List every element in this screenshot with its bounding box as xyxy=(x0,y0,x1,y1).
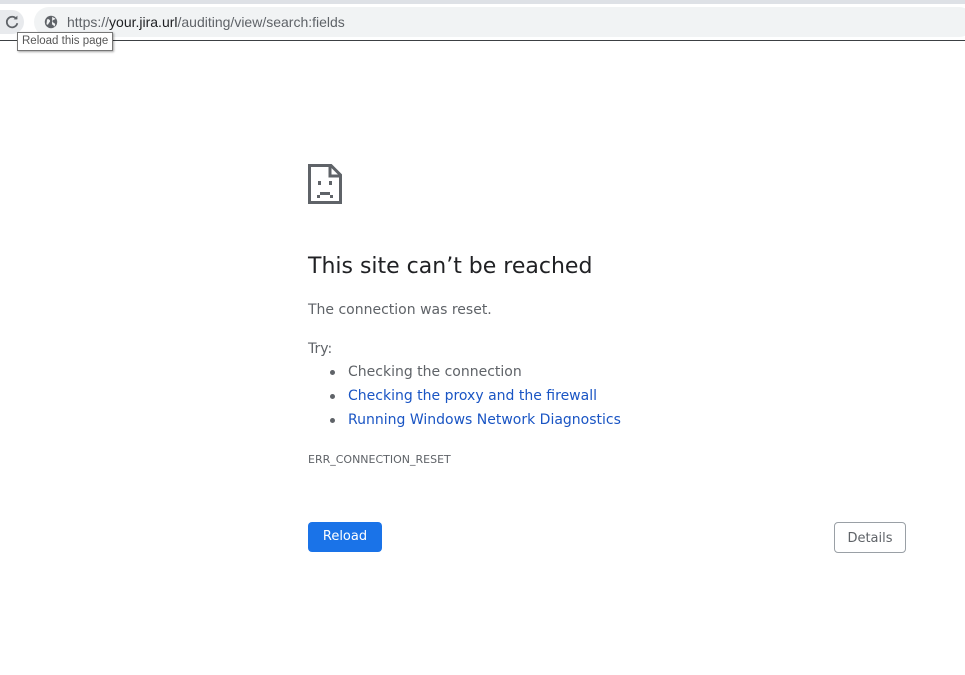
suggestion-list: Checking the connection Checking the pro… xyxy=(308,362,621,434)
address-bar-url[interactable]: https://your.jira.url/auditing/view/sear… xyxy=(67,14,345,30)
reload-page-button[interactable] xyxy=(0,10,24,34)
url-path: /auditing/view/search:fields xyxy=(177,14,345,30)
suggestion-item: Checking the connection xyxy=(308,362,621,386)
sad-document-icon xyxy=(308,164,342,204)
suggestion-network-diagnostics-link[interactable]: Running Windows Network Diagnostics xyxy=(348,412,621,428)
bullet-icon xyxy=(330,418,335,423)
suggestion-check-proxy-link[interactable]: Checking the proxy and the firewall xyxy=(348,388,597,404)
details-button[interactable]: Details xyxy=(834,522,906,553)
suggestion-item: Running Windows Network Diagnostics xyxy=(308,410,621,434)
try-label: Try: xyxy=(308,341,333,357)
error-message: The connection was reset. xyxy=(308,302,492,318)
error-title: This site can’t be reached xyxy=(308,254,593,279)
bullet-icon xyxy=(330,394,335,399)
suggestion-item: Checking the proxy and the firewall xyxy=(308,386,621,410)
url-host: your.jira.url xyxy=(109,14,178,30)
address-bar[interactable]: https://your.jira.url/auditing/view/sear… xyxy=(34,7,965,37)
reload-tooltip: Reload this page xyxy=(17,32,114,51)
bullet-icon xyxy=(330,370,335,375)
reload-button[interactable]: Reload xyxy=(308,522,382,552)
reload-icon xyxy=(6,15,19,29)
url-scheme: https:// xyxy=(67,14,110,30)
suggestion-check-connection: Checking the connection xyxy=(348,364,522,380)
browser-toolbar: https://your.jira.url/auditing/view/sear… xyxy=(0,4,965,41)
globe-icon[interactable] xyxy=(44,15,58,29)
error-code: ERR_CONNECTION_RESET xyxy=(308,453,451,466)
